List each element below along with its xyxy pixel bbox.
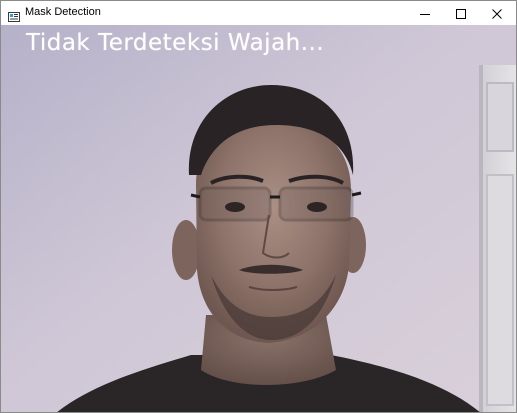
minimize-button[interactable]	[406, 1, 444, 25]
camera-feed: Tidak Terdeteksi Wajah...	[1, 25, 516, 412]
minimize-icon	[420, 4, 430, 23]
camera-frame-image	[1, 25, 516, 412]
maximize-icon	[456, 4, 466, 23]
window-app-icon	[8, 7, 20, 22]
window-title: Mask Detection	[25, 6, 101, 18]
title-bar[interactable]: Mask Detection	[1, 1, 516, 25]
app-window: Mask Detection Tidak Terdeteksi Wajah...	[0, 0, 517, 413]
close-button[interactable]	[478, 1, 516, 25]
maximize-button[interactable]	[442, 1, 480, 25]
detection-status-text: Tidak Terdeteksi Wajah...	[26, 30, 325, 56]
close-icon	[492, 4, 502, 23]
